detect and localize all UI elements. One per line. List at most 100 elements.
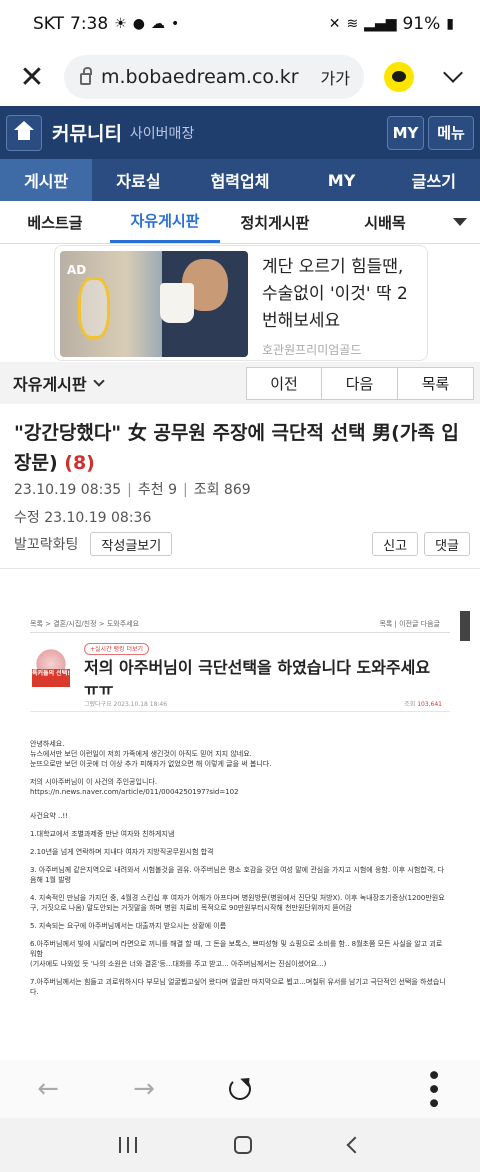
embedded-breadcrumb-row: 목록 > 결혼/시집/친정 > 도와주세요 목록 | 이전글 다음글	[30, 619, 440, 629]
embedded-paragraph: 3. 아주버님께 같은지역으로 내려와서 시험볼것을 권유. 아주버님은 평소 …	[30, 866, 445, 884]
post-recommend: 추천 9	[137, 482, 177, 498]
site-title[interactable]: 커뮤니티	[52, 119, 122, 146]
system-home-icon[interactable]	[233, 1136, 252, 1154]
knee-graphic	[78, 277, 110, 339]
embedded-author-date: 그랬다구요 2023.10.18 18:46	[84, 701, 168, 708]
embedded-nav-right: 목록 | 이전글 다음글	[379, 620, 440, 628]
embedded-meta: 그랬다구요 2023.10.18 18:46 조회 103,641	[84, 699, 442, 708]
home-button[interactable]	[6, 114, 42, 151]
tab-sibaemok[interactable]: 시배목	[330, 201, 440, 243]
chevron-down-icon	[92, 375, 105, 387]
more-dot-icon: •	[170, 16, 180, 32]
ad-source: 호관원프리미엄골드	[262, 343, 362, 357]
report-button[interactable]: 신고	[372, 532, 419, 556]
author-name[interactable]: 발꼬락화팅	[14, 534, 78, 554]
embedded-views: 조회 103,641	[404, 701, 442, 708]
status-right: ✕ ≋ ▂▄▆ 91% ▮	[329, 14, 454, 34]
next-button[interactable]: 다음	[322, 366, 398, 400]
browser-toolbar: ✕ m.bobaedream.co.kr 가가	[0, 48, 480, 106]
main-nav-write[interactable]: 글쓰기	[388, 159, 480, 201]
status-bar: SKT 7:38 ☀ ● ☁ • ✕ ≋ ▂▄▆ 91% ▮	[0, 0, 480, 48]
signal-icon: ▂▄▆	[364, 16, 397, 32]
embedded-views-value: 103,641	[417, 701, 442, 708]
embedded-paragraph: 사건요약 ..!!	[30, 812, 69, 820]
main-nav: 게시판 자료실 협력업체 MY 글쓰기	[0, 159, 480, 201]
brightness-icon: ☀	[114, 16, 127, 32]
cloud-icon: ☁	[150, 16, 165, 32]
embedded-paragraph: 6.아주버님께서 빚에 시달리며 라면으로 끼니를 해결 할 때, 그 돈을 보…	[30, 940, 443, 968]
tab-best[interactable]: 베스트글	[0, 201, 110, 243]
lock-icon	[80, 67, 92, 85]
view-posts-button[interactable]: 작성글보기	[90, 532, 173, 556]
arrow-left-icon[interactable]: ←	[0, 1074, 96, 1104]
close-icon[interactable]: ✕	[0, 48, 64, 106]
menu-button[interactable]: 메뉴	[428, 115, 474, 150]
chevron-down-icon[interactable]	[443, 63, 463, 83]
more-tabs-button[interactable]	[440, 201, 480, 243]
address-bar[interactable]: m.bobaedream.co.kr 가가	[64, 55, 364, 99]
tab-politics[interactable]: 정치게시판	[220, 201, 330, 243]
embedded-badge: 톡커들의 선택!	[30, 647, 72, 687]
board-selector[interactable]: 자유게시판	[13, 371, 105, 395]
url-text: m.bobaedream.co.kr	[101, 66, 299, 88]
ad-banner[interactable]: AD 계단 오르기 힘들땐, 수술없이 '이것' 딱 2번해보세요 호관원프리미…	[54, 245, 428, 361]
recent-apps-icon[interactable]	[118, 1137, 137, 1153]
browser-bottom-toolbar: ← → •••	[0, 1060, 480, 1118]
ad-text: 계단 오르기 힘들땐, 수술없이 '이것' 딱 2번해보세요 호관원프리미엄골드	[248, 246, 427, 360]
main-nav-my[interactable]: MY	[295, 159, 387, 201]
embedded-image: 목록 > 결혼/시집/친정 > 도와주세요 목록 | 이전글 다음글 톡커들의 …	[14, 605, 470, 1053]
board-bar: 자유게시판 이전 다음 목록	[0, 362, 480, 404]
battery-icon: ▮	[446, 16, 454, 32]
clock: 7:38	[70, 14, 109, 34]
embedded-paragraph: 5. 지속되는 요구에 아주버님께서는 대출까지 받으시는 상황에 이름	[30, 922, 227, 930]
post-meta: 23.10.19 08:35 | 추천 9 | 조회 869	[14, 482, 251, 498]
embedded-scrollbar	[460, 611, 470, 641]
text-size-button[interactable]: 가가	[321, 65, 350, 89]
ad-label: AD	[67, 263, 87, 277]
site-header: 커뮤니티 사이버매장 MY 메뉴	[0, 106, 480, 159]
notification-icon: ●	[132, 16, 145, 32]
post-modified: 수정 23.10.19 08:36	[14, 510, 152, 526]
carrier: SKT	[33, 14, 65, 34]
embedded-divider	[30, 632, 450, 633]
site-subtitle-link[interactable]: 사이버매장	[130, 123, 194, 143]
ad-image: AD	[60, 251, 248, 357]
embedded-paragraph: 7.아주버님께서는 힘들고 괴로워하시다 부모님 얼굴뵙고싶어 왔다며 얼굴만 …	[30, 978, 446, 996]
divider	[0, 568, 480, 569]
list-button[interactable]: 목록	[398, 366, 474, 400]
main-nav-archive[interactable]: 자료실	[92, 159, 184, 201]
tab-free-board[interactable]: 자유게시판	[110, 201, 220, 243]
board-nav-buttons: 이전 다음 목록	[246, 366, 474, 400]
wifi-icon: ≋	[346, 16, 359, 32]
post-title: "강간당했다" 女 공무원 주장에 극단적 선택 男(가족 입장문) (8)	[14, 418, 470, 478]
home-icon	[14, 120, 34, 141]
kakao-talk-icon[interactable]	[384, 62, 414, 92]
embedded-hot-badge: +실시간 랭킹 더보기	[84, 643, 150, 655]
triangle-down-icon	[453, 218, 467, 226]
embedded-paragraph: 안녕하세요. 뉴스에서만 보던 이런일이 저희 가족에게 생긴것이 아직도 믿어…	[30, 740, 272, 768]
arrow-right-icon[interactable]: →	[96, 1074, 192, 1104]
embedded-paragraph: 1.대학교에서 조별과제중 만난 여자와 친하게지냄	[30, 830, 175, 838]
system-nav-bar	[0, 1118, 480, 1172]
system-back-icon[interactable]	[346, 1136, 364, 1154]
more-vertical-icon[interactable]: •••	[384, 1068, 480, 1110]
battery-percent: 91%	[402, 14, 441, 34]
comment-count[interactable]: (8)	[64, 452, 95, 474]
main-nav-partners[interactable]: 협력업체	[185, 159, 296, 201]
my-button[interactable]: MY	[387, 115, 424, 150]
reply-button[interactable]: 댓글	[424, 532, 470, 556]
embedded-body: 안녕하세요. 뉴스에서만 보던 이런일이 저희 가족에게 생긴것이 아직도 믿어…	[30, 739, 446, 1005]
main-nav-board[interactable]: 게시판	[0, 159, 93, 201]
author-row: 발꼬락화팅 작성글보기 신고 댓글	[14, 532, 470, 556]
embedded-paragraph: 저의 시아주버님이 이 사건의 주인공입니다. https://n.news.n…	[30, 778, 239, 796]
cup-graphic	[160, 283, 194, 323]
embedded-breadcrumb: 목록 > 결혼/시집/친정 > 도와주세요	[30, 620, 140, 628]
reload-button[interactable]	[192, 1078, 288, 1100]
prev-button[interactable]: 이전	[246, 366, 322, 400]
embedded-paragraph: 4. 지속적인 만남을 가지던 중, 4월경 스킨십 후 여자가 어깨가 아프다…	[30, 894, 445, 912]
ad-headline: 계단 오르기 힘들땐, 수술없이 '이것' 딱 2번해보세요	[262, 257, 408, 331]
embedded-title: 저의 아주버님이 극단선택을 하였습니다 도와주세요ㅠㅠ	[84, 658, 431, 699]
badge-text: 톡커들의 선택!	[32, 669, 70, 687]
post-date: 23.10.19 08:35	[14, 482, 122, 498]
post-views: 조회 869	[193, 482, 251, 498]
